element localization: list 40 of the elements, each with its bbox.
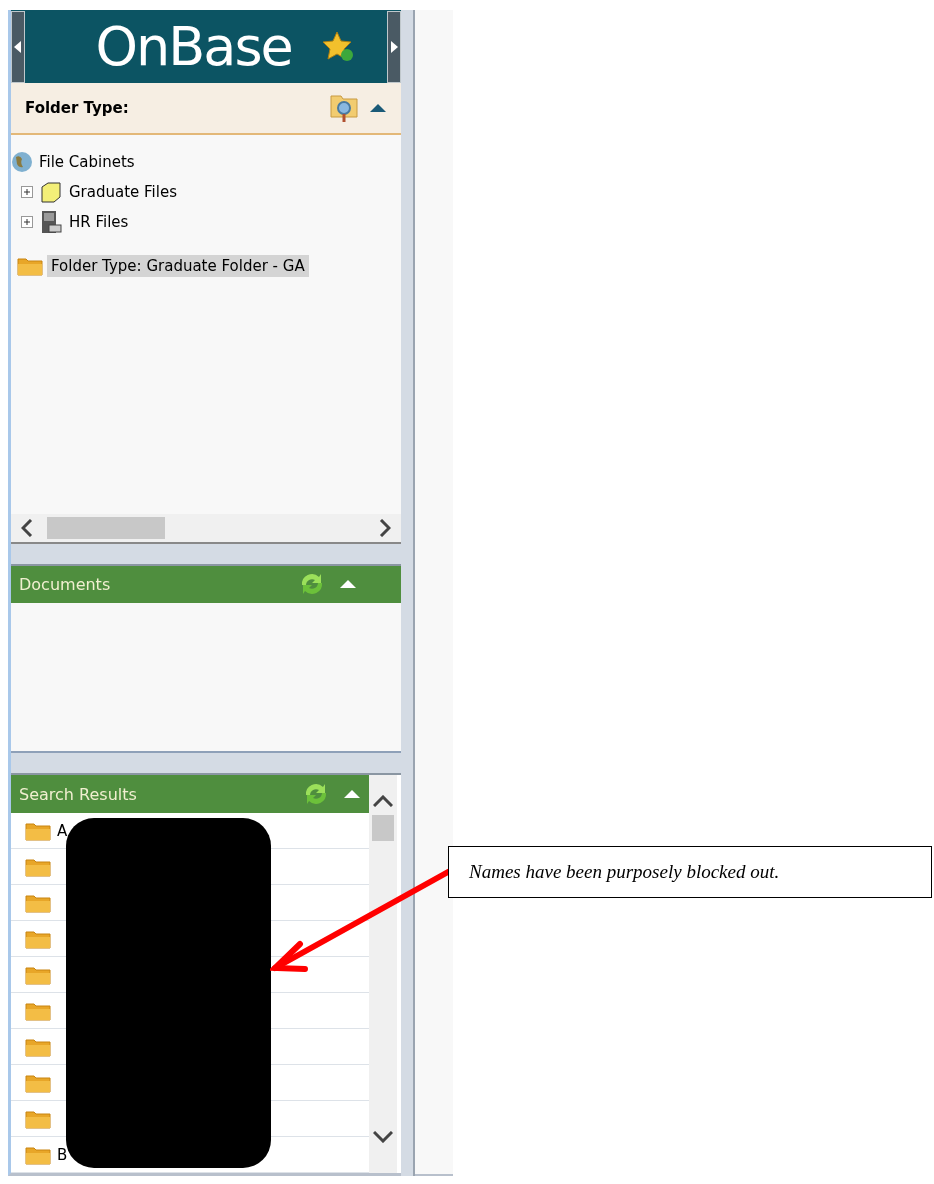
horizontal-scrollbar[interactable] <box>11 514 401 544</box>
expand-toggle[interactable] <box>21 215 33 228</box>
folder-type-item[interactable]: Folder Type: Graduate Folder - GA <box>47 254 309 277</box>
vertical-scrollbar[interactable] <box>369 775 397 1173</box>
annotation-callout: Names have been purposely blocked out. <box>448 846 932 898</box>
file-cabinet-icon <box>39 209 63 234</box>
expand-toggle[interactable] <box>21 185 33 198</box>
folder-search-icon <box>17 255 43 276</box>
folder-icon <box>25 856 51 877</box>
folder-icon <box>25 928 51 949</box>
result-item[interactable]: B <box>57 1145 68 1164</box>
panel-title: Folder Type: <box>25 98 130 117</box>
panel-title: Documents <box>19 574 112 594</box>
panel-title: Search Results <box>19 784 138 804</box>
folder-icon <box>25 1144 51 1165</box>
scroll-up-icon[interactable] <box>373 795 393 807</box>
globe-icon <box>11 150 33 173</box>
scrollbar-thumb[interactable] <box>372 815 394 841</box>
folder-icon <box>25 964 51 985</box>
folder-icon <box>25 1036 51 1057</box>
tree-item[interactable]: File Cabinets <box>39 152 135 171</box>
folder-icon <box>25 1108 51 1129</box>
collapse-icon[interactable] <box>369 102 387 113</box>
folder-icon <box>25 1000 51 1021</box>
collapse-icon[interactable] <box>343 789 361 799</box>
tree-item[interactable]: HR Files <box>69 212 129 231</box>
scroll-down-icon[interactable] <box>373 1131 393 1143</box>
scroll-right-icon[interactable] <box>379 518 391 537</box>
folder-icon <box>39 180 63 203</box>
folder-icon <box>25 1072 51 1093</box>
expand-right-handle[interactable] <box>386 10 401 83</box>
collapse-icon[interactable] <box>339 579 357 590</box>
folder-icon <box>25 892 51 913</box>
result-item[interactable]: A <box>57 821 68 840</box>
tree-item[interactable]: Graduate Files <box>69 182 177 201</box>
logo: OnBase <box>95 15 292 79</box>
folder-icon <box>25 820 51 841</box>
collapse-left-handle[interactable] <box>11 10 25 83</box>
scroll-left-icon[interactable] <box>21 518 33 537</box>
scrollbar-thumb[interactable] <box>47 516 165 539</box>
